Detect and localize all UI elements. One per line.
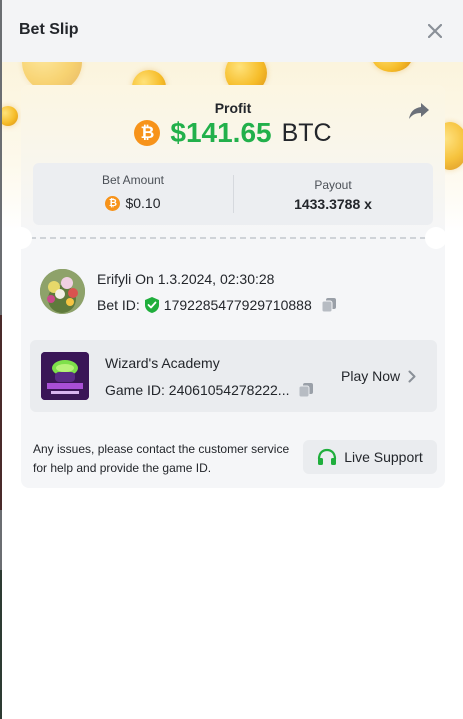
game-id-line: Game ID: 24061054278222... [105,382,314,398]
user-line: Erifyli On 1.3.2024, 02:30:28 [97,271,274,287]
close-button[interactable] [425,20,445,42]
ticket-notch-right [425,227,447,249]
ticket-notch-left [10,227,32,249]
game-id-label: Game ID: [105,382,165,398]
close-icon [428,24,442,38]
verified-shield-icon [144,297,159,313]
username: Erifyli [97,271,132,287]
payout-column: Payout 1433.3788 x [233,163,433,225]
bet-slip-header: Bet Slip [2,0,463,62]
bet-amount-label: Bet Amount [101,173,165,187]
game-id: 24061054278222... [168,382,290,398]
gold-coin-decoration [372,62,412,72]
game-thumbnail[interactable] [41,352,89,400]
bet-stats: Bet Amount ₿ $0.10 Payout 1433.3788 x [33,163,433,225]
bet-amount-column: Bet Amount ₿ $0.10 [33,163,233,225]
live-support-label: Live Support [344,449,423,465]
bet-id-label: Bet ID: [97,297,140,313]
bet-amount: $0.10 [125,195,161,211]
chevron-right-icon [408,370,416,382]
bet-slip-title: Bet Slip [19,21,79,38]
bet-id: 1792285477929710888 [163,297,312,313]
ticket-perforation [20,237,446,239]
headset-icon [318,448,337,465]
profit-currency: BTC [281,118,332,147]
avatar-flowers-image [40,269,85,314]
copy-icon[interactable] [321,297,337,313]
background-edge-segment [0,570,2,719]
bitcoin-icon: ₿ [105,195,121,211]
gold-coin-decoration [2,106,18,126]
bet-amount-value: ₿ $0.10 [33,195,233,211]
bet-date: On 1.3.2024, 02:30:28 [135,271,275,287]
payout-label: Payout [314,178,352,192]
profit-label: Profit [214,100,252,116]
live-support-button[interactable]: Live Support [303,440,437,474]
profit-row: ₿ $141.65 BTC [21,117,445,149]
wizards-academy-thumbnail [41,352,89,400]
play-now-button[interactable]: Play Now [341,368,416,384]
game-card: Wizard's Academy Game ID: 24061054278222… [30,340,437,412]
bitcoin-icon: ₿ [134,120,161,146]
bet-id-line: Bet ID: 1792285477929710888 [97,297,337,313]
avatar [40,269,85,314]
support-note: Any issues, please contact the customer … [33,442,290,475]
play-now-label: Play Now [341,368,401,384]
game-title: Wizard's Academy [105,355,220,371]
profit-amount: $141.65 [170,117,272,148]
background-edge-segment [0,315,2,510]
payout-value: 1433.3788 x [294,196,372,212]
copy-icon[interactable] [298,382,314,398]
